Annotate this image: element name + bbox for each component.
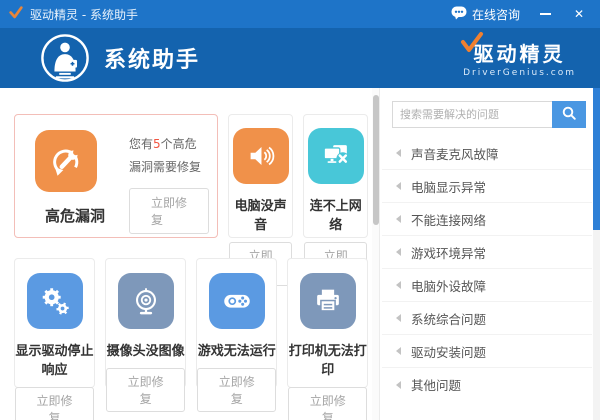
faq-sidebar: 声音麦克风故障 电脑显示异常 不能连接网络 游戏环境异常 电脑外设故障 [379, 88, 600, 420]
gamepad-icon [209, 273, 265, 329]
faq-item-other[interactable]: 其他问题 [382, 368, 592, 401]
faq-item-audio[interactable]: 声音麦克风故障 [382, 137, 592, 170]
brand-check-icon [459, 31, 485, 60]
collapse-arrow-icon [396, 347, 401, 355]
network-error-icon [308, 128, 364, 184]
faq-item-driver-install[interactable]: 驱动安装问题 [382, 335, 592, 368]
collapse-arrow-icon [396, 215, 401, 223]
fix-now-button[interactable]: 立即修复 [129, 188, 209, 234]
chat-bubble-icon [451, 6, 467, 23]
card-title: 电脑没声音 [229, 195, 292, 233]
main-content: 高危漏洞 您有5个高危 漏洞需要修复 立即修复 [0, 88, 372, 420]
webcam-icon [118, 273, 174, 329]
collapse-arrow-icon [396, 248, 401, 256]
brand-domain: DriverGenius.com [463, 68, 576, 78]
card-printer[interactable]: 打印机无法打印 立即修复 [287, 258, 368, 388]
card-title: 摄像头没图像 [106, 340, 185, 359]
alert-count: 5 [153, 137, 161, 151]
faq-item-network[interactable]: 不能连接网络 [382, 203, 592, 236]
card-title: 显示驱动停止响应 [15, 340, 94, 378]
card-display-driver[interactable]: 显示驱动停止响应 立即修复 [14, 258, 95, 388]
page-header: 系统助手 驱动精灵 DriverGenius.com [0, 28, 600, 88]
collapse-arrow-icon [396, 314, 401, 322]
card-webcam[interactable]: 摄像头没图像 立即修复 [105, 258, 186, 388]
alert-text-line1: 您有5个高危 [129, 135, 209, 153]
card-title: 打印机无法打印 [288, 340, 367, 378]
collapse-arrow-icon [396, 182, 401, 190]
faq-list: 声音麦克风故障 电脑显示异常 不能连接网络 游戏环境异常 电脑外设故障 [382, 137, 592, 401]
faq-item-peripherals[interactable]: 电脑外设故障 [382, 269, 592, 302]
printer-icon [300, 273, 356, 329]
fix-now-button[interactable]: 立即修复 [15, 387, 94, 420]
window-title: 驱动精灵 - 系统助手 [30, 6, 138, 23]
card-no-sound[interactable]: 电脑没声音 立即修复 [228, 114, 293, 238]
collapse-arrow-icon [396, 149, 401, 157]
search-button[interactable] [552, 101, 586, 128]
close-button[interactable]: ✕ [564, 2, 594, 26]
brand-name: 驱动精灵 [463, 38, 576, 67]
fix-now-button[interactable]: 立即修复 [106, 368, 185, 412]
speaker-icon [233, 128, 289, 184]
sidebar-scrollbar-thumb[interactable] [593, 88, 600, 230]
card-title: 游戏无法运行 [197, 340, 276, 359]
card-title: 连不上网络 [304, 195, 367, 233]
repair-wrench-icon [35, 130, 97, 192]
card-high-risk[interactable]: 高危漏洞 您有5个高危 漏洞需要修复 立即修复 [14, 114, 218, 238]
collapse-arrow-icon [396, 381, 401, 389]
card-title: 高危漏洞 [27, 205, 123, 226]
fix-now-button[interactable]: 立即修复 [288, 387, 367, 420]
collapse-arrow-icon [396, 281, 401, 289]
online-support-button[interactable]: 在线咨询 [445, 4, 526, 25]
fix-now-button[interactable]: 立即修复 [197, 368, 276, 412]
gears-icon [27, 273, 83, 329]
search-icon [561, 105, 577, 124]
card-game[interactable]: 游戏无法运行 立即修复 [196, 258, 277, 388]
alert-text-line2: 漏洞需要修复 [129, 158, 209, 176]
assistant-person-icon [40, 33, 90, 83]
search-box [392, 101, 586, 128]
card-no-network[interactable]: 连不上网络 立即修复 [303, 114, 368, 238]
brand-logo: 驱动精灵 DriverGenius.com [463, 38, 582, 78]
sidebar-scrollbar[interactable] [593, 88, 600, 420]
online-support-label: 在线咨询 [472, 6, 520, 23]
close-icon: ✕ [574, 8, 584, 20]
search-input[interactable] [392, 101, 552, 128]
page-title: 系统助手 [104, 42, 200, 74]
minimize-button[interactable] [530, 2, 560, 26]
main-scrollbar[interactable] [372, 88, 379, 420]
faq-item-system[interactable]: 系统综合问题 [382, 302, 592, 335]
app-window: 驱动精灵 - 系统助手 在线咨询 ✕ [0, 0, 600, 420]
faq-item-display[interactable]: 电脑显示异常 [382, 170, 592, 203]
minimize-icon [540, 13, 551, 15]
faq-item-game-env[interactable]: 游戏环境异常 [382, 236, 592, 269]
title-bar: 驱动精灵 - 系统助手 在线咨询 ✕ [0, 0, 600, 28]
app-logo-check-icon [8, 5, 24, 24]
